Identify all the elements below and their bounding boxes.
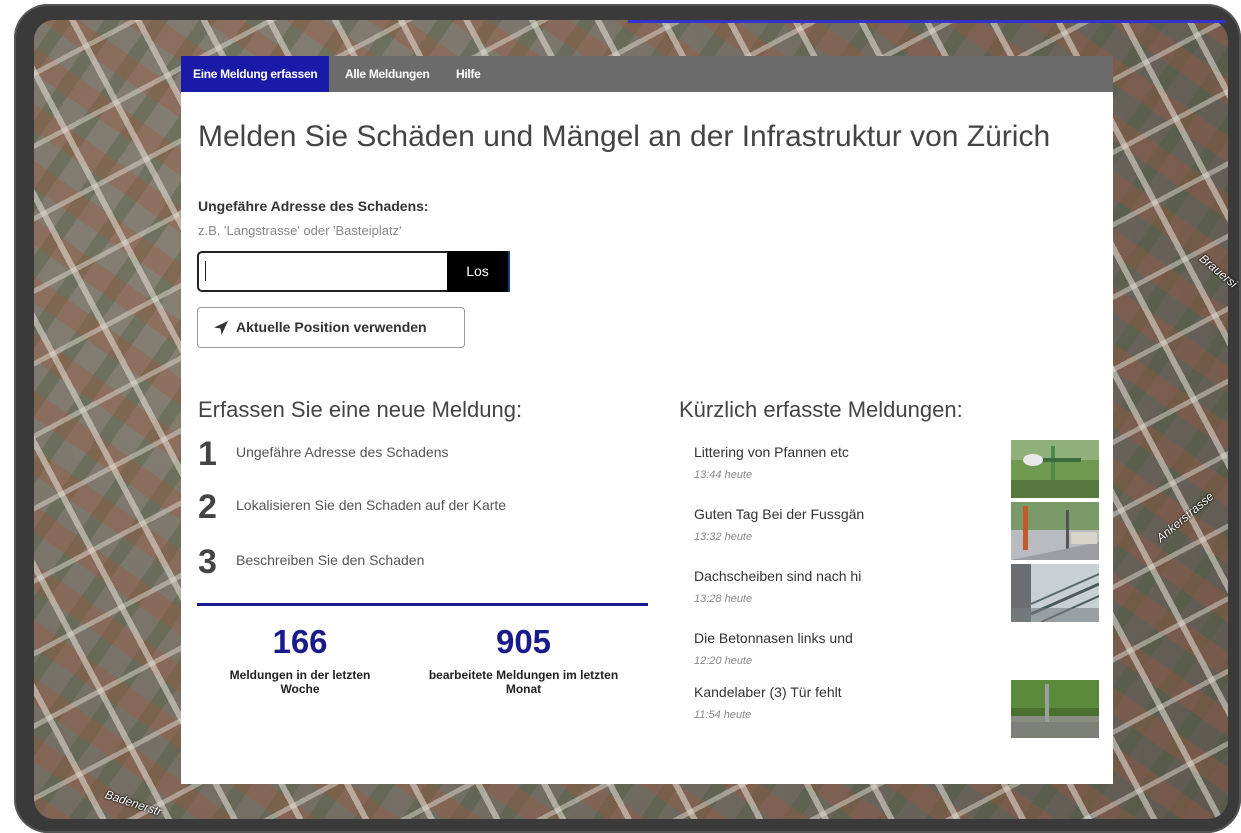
address-hint: z.B. 'Langstrasse' oder 'Basteiplatz' xyxy=(198,223,402,238)
report-time: 13:32 heute xyxy=(694,531,753,543)
report-title: Kandelaber (3) Tür fehlt xyxy=(694,684,842,700)
step-text: Beschreiben Sie den Schaden xyxy=(236,552,425,568)
report-title: Dachscheiben sind nach hi xyxy=(694,568,862,584)
stat-value: 166 xyxy=(272,623,328,660)
recent-report-item[interactable]: Die Betonnasen links und 12:20 heute xyxy=(694,626,1099,688)
report-thumbnail-image xyxy=(1011,440,1099,498)
location-arrow-icon xyxy=(214,321,228,335)
use-current-position-button[interactable]: Aktuelle Position verwenden xyxy=(197,307,465,348)
report-title: Die Betonnasen links und xyxy=(694,630,853,646)
report-time: 12:20 heute xyxy=(694,655,753,667)
report-thumbnail-image xyxy=(1011,502,1099,560)
report-time: 13:28 heute xyxy=(694,593,753,605)
recent-report-item[interactable]: Guten Tag Bei der Fussgän 13:32 heute xyxy=(694,502,1099,564)
step-number: 2 xyxy=(198,488,217,526)
stat-monthly-processed: 905 bearbeitete Meldungen im letzten Mon… xyxy=(416,622,631,696)
top-accent-line xyxy=(628,20,1226,23)
nav-eine-meldung-erfassen[interactable]: Eine Meldung erfassen xyxy=(181,56,330,92)
report-time: 11:54 heute xyxy=(694,709,752,721)
report-title: Guten Tag Bei der Fussgän xyxy=(694,506,865,522)
step-number: 3 xyxy=(198,543,217,581)
recent-report-item[interactable]: Littering von Pfannen etc 13:44 heute xyxy=(694,440,1099,502)
stat-weekly-reports: 166 Meldungen in der letzten Woche xyxy=(211,622,389,696)
stat-label: bearbeitete Meldungen im letzten Monat xyxy=(428,668,619,696)
stat-label: Meldungen in der letzten Woche xyxy=(229,668,371,696)
stats-divider xyxy=(197,603,648,606)
main-panel: Melden Sie Schäden und Mängel an der Inf… xyxy=(181,92,1113,784)
report-thumbnail-image xyxy=(1011,564,1099,622)
use-current-position-label: Aktuelle Position verwenden xyxy=(236,319,427,335)
steps-title: Erfassen Sie eine neue Meldung: xyxy=(198,397,523,422)
step-text: Ungefähre Adresse des Schadens xyxy=(236,444,449,460)
go-button[interactable]: Los xyxy=(447,251,510,292)
address-label: Ungefähre Adresse des Schadens: xyxy=(198,198,429,214)
report-title: Littering von Pfannen etc xyxy=(694,444,849,460)
navbar: Eine Meldung erfassen Alle Meldungen Hil… xyxy=(181,56,1113,92)
text-caret xyxy=(205,261,206,281)
address-input[interactable] xyxy=(197,251,448,292)
recent-report-item[interactable]: Dachscheiben sind nach hi 13:28 heute xyxy=(694,564,1099,626)
step-number: 1 xyxy=(198,435,217,473)
recent-reports-title: Kürzlich erfasste Meldungen: xyxy=(679,397,963,422)
nav-alle-meldungen[interactable]: Alle Meldungen xyxy=(345,56,430,92)
recent-report-item[interactable]: Kandelaber (3) Tür fehlt 11:54 heute xyxy=(694,680,1099,742)
nav-hilfe[interactable]: Hilfe xyxy=(456,56,481,92)
stat-value: 905 xyxy=(495,623,552,660)
report-time: 13:44 heute xyxy=(694,469,753,481)
report-thumbnail-image xyxy=(1011,680,1099,738)
page-title: Melden Sie Schäden und Mängel an der Inf… xyxy=(198,120,1051,153)
step-text: Lokalisieren Sie den Schaden auf der Kar… xyxy=(236,497,507,513)
